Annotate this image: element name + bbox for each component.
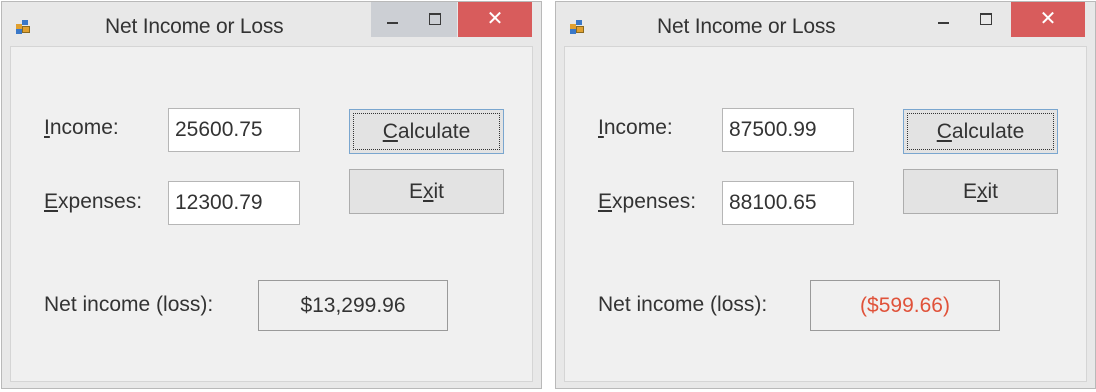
- exit-button[interactable]: Exit: [349, 169, 504, 214]
- exit-button[interactable]: Exit: [903, 169, 1058, 214]
- close-icon: ✕: [486, 6, 504, 30]
- calculate-button[interactable]: Calculate: [903, 109, 1058, 154]
- close-button[interactable]: ✕: [1011, 2, 1085, 37]
- net-income-label: Net income (loss):: [44, 293, 214, 316]
- form-client-area: Income: 25600.75 Expenses: 12300.79 Calc…: [10, 46, 533, 382]
- income-label: Income:: [44, 116, 119, 139]
- minimize-icon: [938, 22, 949, 24]
- expenses-input[interactable]: 12300.79: [168, 181, 300, 225]
- income-input[interactable]: 25600.75: [168, 108, 300, 152]
- minimize-button[interactable]: [371, 2, 414, 37]
- window-title: Net Income or Loss: [105, 15, 284, 38]
- close-button[interactable]: ✕: [458, 2, 532, 37]
- expenses-input[interactable]: 88100.65: [722, 181, 854, 225]
- title-bar[interactable]: Net Income or Loss ✕: [556, 2, 1095, 46]
- maximize-button[interactable]: [414, 2, 457, 37]
- net-income-window-2: Net Income or Loss ✕ Income: 87500.99 Ex…: [555, 1, 1096, 389]
- app-icon: [570, 20, 586, 34]
- income-label: Income:: [598, 116, 673, 139]
- minimize-button[interactable]: [922, 2, 965, 37]
- expenses-label: Expenses:: [598, 190, 697, 213]
- net-income-label: Net income (loss):: [598, 293, 768, 316]
- calculate-button[interactable]: Calculate: [349, 109, 504, 154]
- form-client-area: Income: 87500.99 Expenses: 88100.65 Calc…: [564, 46, 1087, 382]
- window-title: Net Income or Loss: [657, 15, 836, 38]
- net-income-output: ($599.66): [810, 280, 1000, 331]
- close-icon: ✕: [1039, 6, 1057, 30]
- title-bar[interactable]: Net Income or Loss ✕: [2, 2, 541, 46]
- minimize-icon: [387, 22, 398, 24]
- maximize-button[interactable]: [965, 2, 1008, 37]
- maximize-icon: [980, 13, 992, 25]
- net-income-window-1: Net Income or Loss ✕ Income: 25600.75 Ex…: [1, 1, 542, 389]
- net-income-output: $13,299.96: [258, 280, 448, 331]
- income-input[interactable]: 87500.99: [722, 108, 854, 152]
- expenses-label: Expenses:: [44, 190, 143, 213]
- maximize-icon: [429, 13, 441, 25]
- app-icon: [16, 20, 32, 34]
